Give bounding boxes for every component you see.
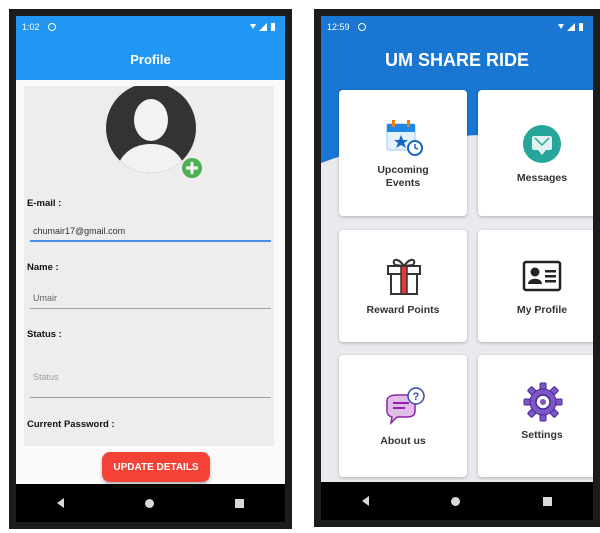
email-field[interactable]: chumair17@gmail.com: [33, 226, 125, 236]
recent-apps-icon[interactable]: [235, 498, 245, 508]
status-bar: 1:02: [16, 16, 285, 38]
tile-label-about: About us: [380, 435, 426, 447]
gift-icon: [387, 258, 421, 295]
tile-label-messages: Messages: [516, 172, 568, 184]
id-card-icon: [522, 260, 562, 292]
phone-right: 12:59 UM SHARE RIDE Upcoming Events Mess…: [314, 9, 600, 527]
status-field[interactable]: Status: [33, 372, 59, 382]
tile-label-profile: My Profile: [516, 304, 568, 316]
message-icon: [523, 125, 561, 163]
avatar-icon: [106, 83, 202, 178]
tile-upcoming-events[interactable]: Upcoming Events: [339, 90, 467, 216]
notification-icon: [357, 23, 366, 31]
status-icons: [557, 22, 587, 32]
recent-apps-icon[interactable]: [542, 496, 552, 506]
tile-label-settings: Settings: [521, 429, 563, 441]
home-icon[interactable]: [144, 498, 154, 508]
status-icons: [249, 22, 279, 32]
tile-label-line1: Upcoming: [377, 164, 429, 176]
chat-question-icon: ?: [386, 387, 425, 426]
tile-about-us[interactable]: ? About us: [339, 355, 467, 477]
status-label: Status :: [27, 329, 62, 340]
current-password-label: Current Password :: [27, 419, 115, 430]
home-icon[interactable]: [451, 496, 461, 506]
profile-form: E-mail : chumair17@gmail.com Name : Umai…: [24, 83, 274, 446]
app-bar: Profile: [16, 38, 285, 80]
home-screen: 12:59 UM SHARE RIDE Upcoming Events Mess…: [321, 16, 593, 482]
back-icon[interactable]: [56, 498, 64, 508]
app-title: UM SHARE RIDE: [384, 50, 529, 70]
tile-label-line2: Events: [385, 177, 421, 189]
avatar[interactable]: [106, 83, 206, 182]
status-time: 12:59: [327, 22, 350, 32]
back-icon[interactable]: [362, 496, 370, 506]
name-label: Name :: [27, 262, 59, 273]
status-time: 1:02: [22, 22, 40, 32]
status-bar: 12:59: [321, 16, 593, 38]
page-title: Profile: [130, 51, 171, 67]
svg-text:?: ?: [413, 391, 420, 403]
email-underline: [30, 240, 271, 242]
signal-battery-icon: [558, 23, 583, 31]
tile-label-reward: Reward Points: [366, 304, 440, 316]
notification-icon: [47, 23, 56, 31]
calendar-star-icon: [386, 120, 423, 156]
tile-settings[interactable]: Settings: [478, 355, 593, 477]
navigation-bar: [321, 482, 593, 520]
update-details-button[interactable]: UPDATE DETAILS: [102, 452, 210, 482]
tile-my-profile[interactable]: My Profile: [478, 230, 593, 342]
gear-icon: [523, 382, 563, 422]
profile-screen: 1:02 Profile E-mail: chumair17@gmail.co…: [16, 16, 285, 484]
phone-left: 1:02 Profile E-mail: chumair17@gmail.co…: [9, 9, 292, 529]
tile-label-upcoming: Upcoming Events: [339, 164, 467, 190]
name-underline: [30, 308, 271, 309]
name-field[interactable]: Umair: [33, 293, 57, 303]
tile-messages[interactable]: Messages: [478, 90, 593, 216]
signal-battery-icon: [250, 23, 275, 31]
tile-reward-points[interactable]: Reward Points: [339, 230, 467, 342]
status-underline: [30, 397, 271, 398]
navigation-bar: [16, 484, 285, 522]
email-label: E-mail :: [27, 198, 62, 209]
